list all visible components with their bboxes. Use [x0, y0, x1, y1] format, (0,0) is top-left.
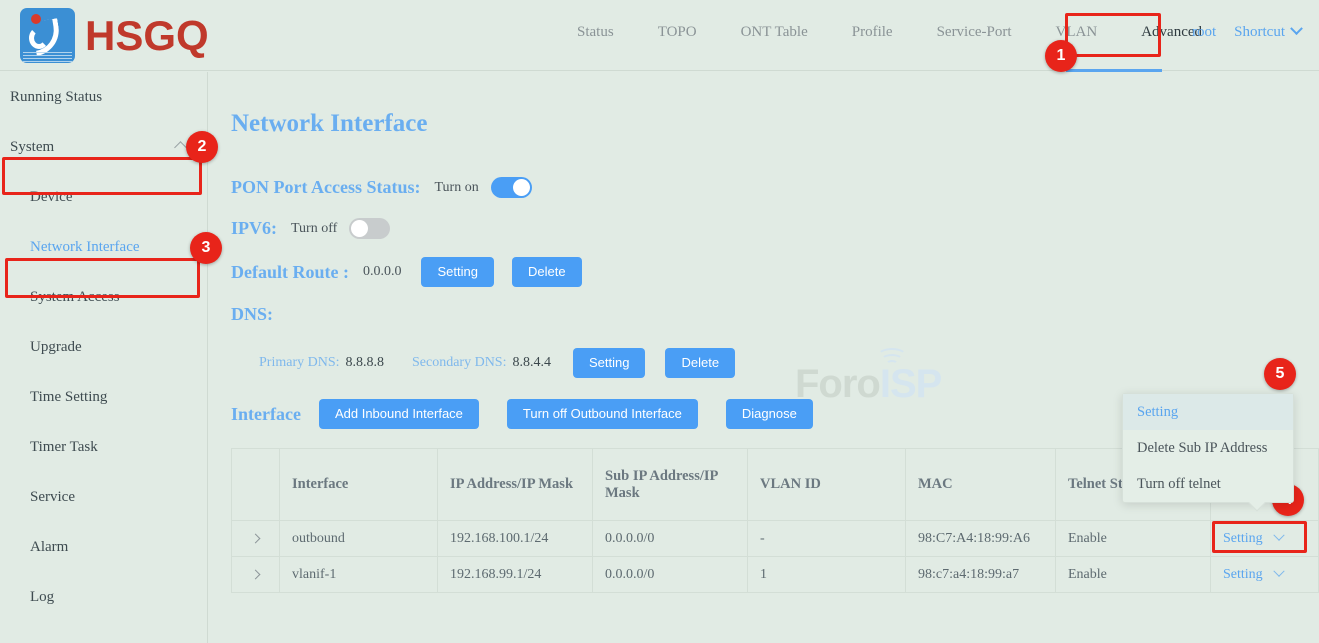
cell-ip-mask: 192.168.99.1/24	[438, 557, 593, 593]
brand-name: HSGQ	[85, 15, 209, 57]
cell-telnet-status: Enable	[1056, 557, 1211, 593]
brand-logo[interactable]: HSGQ	[20, 8, 209, 63]
cell-vlan-id: -	[748, 521, 906, 557]
user-root-link[interactable]: root	[1192, 24, 1216, 41]
nav-item-service-port[interactable]: Service-Port	[915, 24, 1034, 41]
annotation-box-1	[1065, 13, 1161, 57]
foroisp-watermark: ForoISP	[795, 362, 941, 407]
interface-toolbar: Interface Add Inbound Interface Turn off…	[231, 399, 813, 429]
dropdown-item-setting[interactable]: Setting	[1123, 394, 1293, 430]
cell-interface: outbound	[280, 521, 438, 557]
row-setting-dropdown-trigger[interactable]: Setting	[1223, 567, 1283, 582]
cell-interface: vlanif-1	[280, 557, 438, 593]
annotation-badge-3: 3	[190, 232, 222, 264]
cell-telnet-status: Enable	[1056, 521, 1211, 557]
pon-label: PON Port Access Status:	[231, 177, 420, 198]
ipv6-toggle-switch[interactable]	[349, 218, 390, 239]
col-ip-mask: IP Address/IP Mask	[438, 449, 593, 521]
page-title: Network Interface	[231, 110, 427, 138]
secondary-dns-label: Secondary DNS:	[412, 355, 507, 371]
default-route-setting-button[interactable]: Setting	[421, 257, 493, 287]
header-user-area: root Shortcut	[1192, 24, 1301, 41]
cell-operation[interactable]: Setting	[1211, 557, 1319, 593]
turn-off-outbound-interface-button[interactable]: Turn off Outbound Interface	[507, 399, 698, 429]
sidebar-item-label: System	[10, 139, 54, 156]
col-interface: Interface	[280, 449, 438, 521]
col-vlan-id: VLAN ID	[748, 449, 906, 521]
secondary-dns-value: 8.8.4.4	[513, 355, 552, 371]
nav-item-topo[interactable]: TOPO	[636, 24, 719, 41]
chevron-right-icon	[251, 569, 261, 579]
pon-toggle-switch[interactable]	[491, 177, 532, 198]
dns-delete-button[interactable]: Delete	[665, 348, 735, 378]
annotation-box-4	[1212, 521, 1307, 553]
row-setting-label: Setting	[1223, 567, 1263, 582]
table-row: outbound 192.168.100.1/24 0.0.0.0/0 - 98…	[232, 521, 1319, 557]
default-route-value: 0.0.0.0	[363, 264, 402, 280]
hsgq-droplet-logo-icon	[20, 8, 75, 63]
nav-item-status[interactable]: Status	[555, 24, 636, 41]
row-expand-toggle[interactable]	[232, 557, 280, 593]
primary-dns-label: Primary DNS:	[259, 355, 340, 371]
cell-sub-ip-mask: 0.0.0.0/0	[593, 521, 748, 557]
cell-ip-mask: 192.168.100.1/24	[438, 521, 593, 557]
col-mac: MAC	[906, 449, 1056, 521]
dns-section-title: DNS:	[231, 304, 273, 325]
sidebar-item-log[interactable]: Log	[0, 572, 207, 622]
chevron-down-icon	[1290, 22, 1303, 35]
default-route-label: Default Route :	[231, 262, 349, 283]
row-expand-toggle[interactable]	[232, 521, 280, 557]
ipv6-state-text: Turn off	[291, 221, 337, 237]
sidebar-item-service[interactable]: Service	[0, 472, 207, 522]
table-row: vlanif-1 192.168.99.1/24 0.0.0.0/0 1 98:…	[232, 557, 1319, 593]
primary-dns-value: 8.8.8.8	[346, 355, 385, 371]
annotation-badge-2: 2	[186, 131, 218, 163]
sidebar-item-alarm[interactable]: Alarm	[0, 522, 207, 572]
cell-sub-ip-mask: 0.0.0.0/0	[593, 557, 748, 593]
col-sub-ip-mask: Sub IP Address/IP Mask	[593, 449, 748, 521]
annotation-badge-5: 5	[1264, 358, 1296, 390]
dropdown-item-turn-off-telnet[interactable]: Turn off telnet	[1123, 466, 1293, 502]
chevron-up-icon	[174, 141, 187, 154]
ipv6-row: IPV6: Turn off	[231, 218, 390, 239]
sidebar-item-time-setting[interactable]: Time Setting	[0, 372, 207, 422]
watermark-part2: ISP	[880, 362, 941, 406]
annotation-box-3	[5, 258, 200, 298]
shortcut-menu[interactable]: Shortcut	[1234, 24, 1301, 41]
app-root: HSGQ Status TOPO ONT Table Profile Servi…	[0, 0, 1319, 643]
nav-item-ont-table[interactable]: ONT Table	[719, 24, 830, 41]
sidebar-item-upgrade[interactable]: Upgrade	[0, 322, 207, 372]
wifi-signal-icon	[877, 348, 911, 368]
annotation-badge-1: 1	[1045, 40, 1077, 72]
sidebar-item-running-status[interactable]: Running Status	[0, 72, 207, 122]
main-content: ForoISP Network Interface PON Port Acces…	[209, 72, 1319, 643]
dropdown-item-delete-sub-ip-address[interactable]: Delete Sub IP Address	[1123, 430, 1293, 466]
setting-dropdown-menu: Setting Delete Sub IP Address Turn off t…	[1122, 393, 1294, 503]
sidebar-item-timer-task[interactable]: Timer Task	[0, 422, 207, 472]
annotation-box-2	[2, 157, 202, 195]
dns-label: DNS:	[231, 304, 273, 324]
default-route-delete-button[interactable]: Delete	[512, 257, 582, 287]
add-inbound-interface-button[interactable]: Add Inbound Interface	[319, 399, 479, 429]
default-route-row: Default Route : 0.0.0.0 Setting Delete	[231, 257, 582, 287]
cell-vlan-id: 1	[748, 557, 906, 593]
ipv6-label: IPV6:	[231, 218, 277, 239]
chevron-down-icon	[1273, 565, 1284, 576]
nav-item-profile[interactable]: Profile	[830, 24, 915, 41]
table-body: outbound 192.168.100.1/24 0.0.0.0/0 - 98…	[232, 521, 1319, 593]
cell-mac: 98:C7:A4:18:99:A6	[906, 521, 1056, 557]
pon-port-access-row: PON Port Access Status: Turn on	[231, 177, 532, 198]
cell-mac: 98:c7:a4:18:99:a7	[906, 557, 1056, 593]
col-expand	[232, 449, 280, 521]
shortcut-label: Shortcut	[1234, 24, 1285, 40]
dns-setting-button[interactable]: Setting	[573, 348, 645, 378]
chevron-right-icon	[251, 533, 261, 543]
interface-label: Interface	[231, 404, 301, 425]
dns-row: Primary DNS: 8.8.8.8 Secondary DNS: 8.8.…	[231, 348, 735, 378]
pon-state-text: Turn on	[434, 180, 478, 196]
watermark-part1: Foro	[795, 362, 880, 406]
